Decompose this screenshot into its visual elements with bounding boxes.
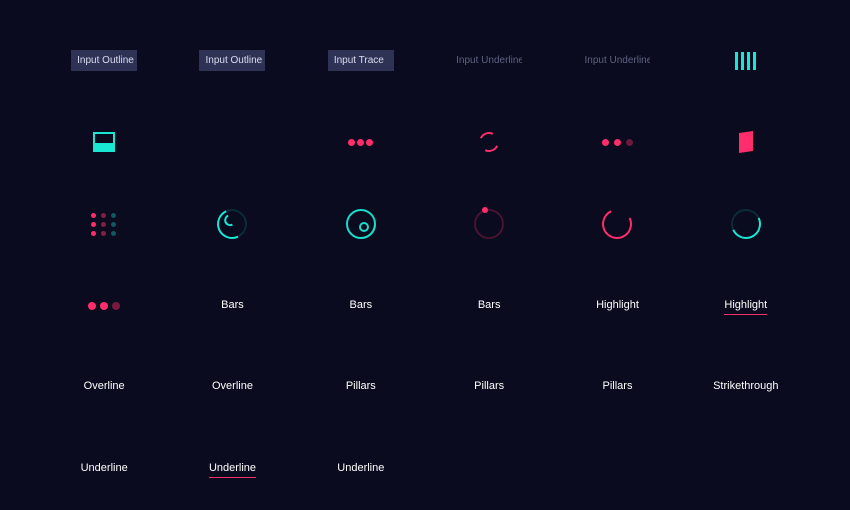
underline-link[interactable]: Underline — [209, 462, 256, 476]
three-dots-icon — [348, 139, 373, 146]
bars-link[interactable]: Bars — [350, 299, 373, 313]
highlight-link[interactable]: Highlight — [596, 299, 639, 313]
input-underline[interactable]: Input Underline — [456, 55, 522, 66]
input-trace[interactable]: Input Trace — [328, 50, 394, 71]
pillars-link[interactable]: Pillars — [603, 380, 633, 394]
pillars-link[interactable]: Pillars — [474, 380, 504, 394]
input-outline[interactable]: Input Outline — [71, 50, 137, 71]
three-dots-fade-icon — [602, 139, 633, 146]
underline-link[interactable]: Underline — [337, 462, 384, 476]
highlight-link[interactable]: Highlight — [724, 299, 767, 313]
input-underline[interactable]: Input Underline — [584, 55, 650, 66]
bars-icon — [735, 52, 756, 70]
ring-arc-icon — [598, 205, 636, 243]
dot-grid-icon — [91, 213, 117, 236]
overline-link[interactable]: Overline — [212, 380, 253, 394]
strikethrough-link[interactable]: Strikethrough — [713, 380, 778, 394]
input-outline[interactable]: Input Outline — [199, 50, 265, 71]
overline-link[interactable]: Overline — [84, 380, 125, 394]
underline-link[interactable]: Underline — [81, 462, 128, 476]
screen-icon — [93, 132, 115, 152]
ring-progress-icon — [213, 205, 251, 243]
ring-partial-icon — [727, 205, 765, 243]
pillars-link[interactable]: Pillars — [346, 380, 376, 394]
spinner-arcs-icon — [479, 132, 499, 152]
ring-radar-icon — [346, 209, 376, 239]
bars-link[interactable]: Bars — [221, 299, 244, 313]
bars-link[interactable]: Bars — [478, 299, 501, 313]
three-dots-icon — [88, 302, 120, 310]
flag-icon — [739, 132, 753, 154]
ring-orbit-icon — [474, 209, 504, 239]
